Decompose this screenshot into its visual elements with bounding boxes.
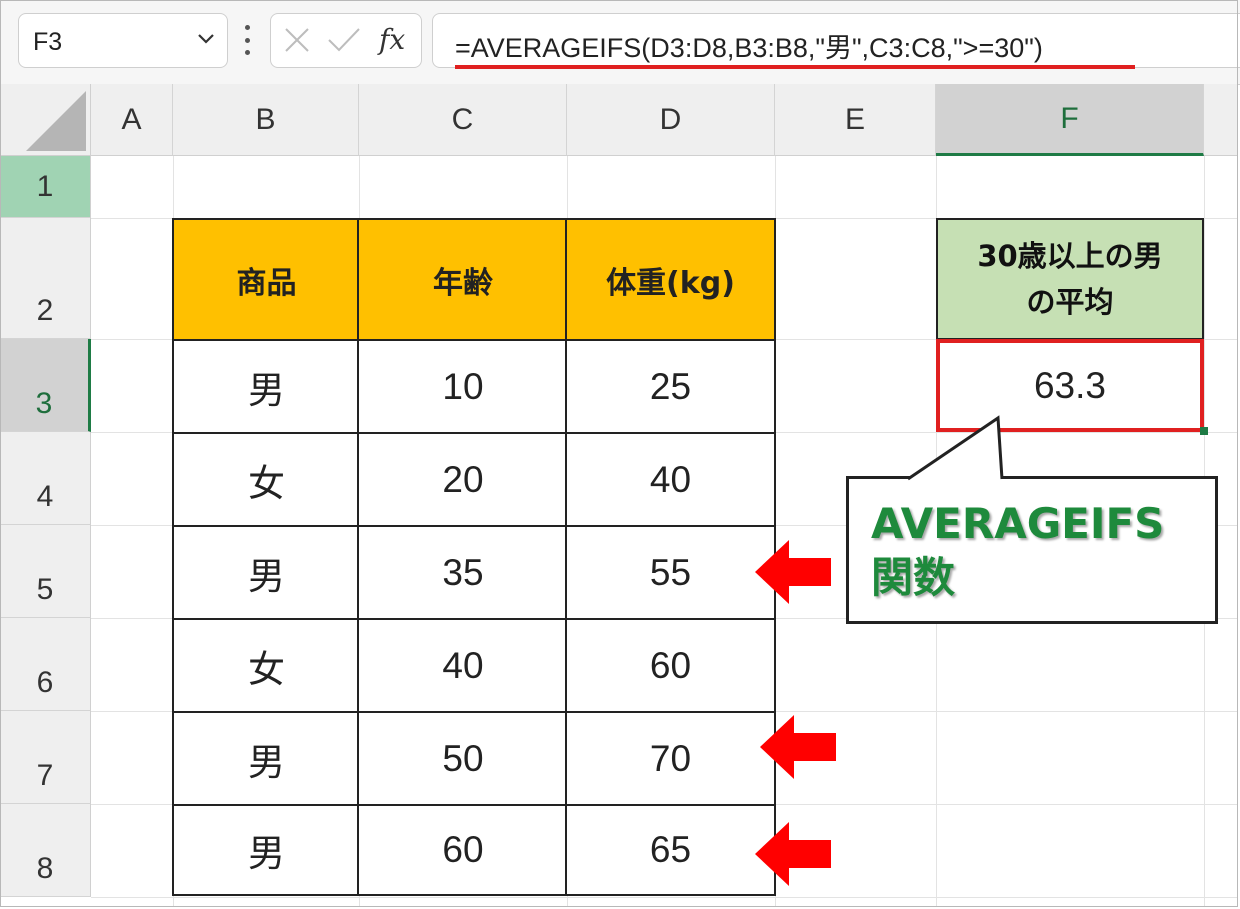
window-frame — [0, 0, 1238, 907]
